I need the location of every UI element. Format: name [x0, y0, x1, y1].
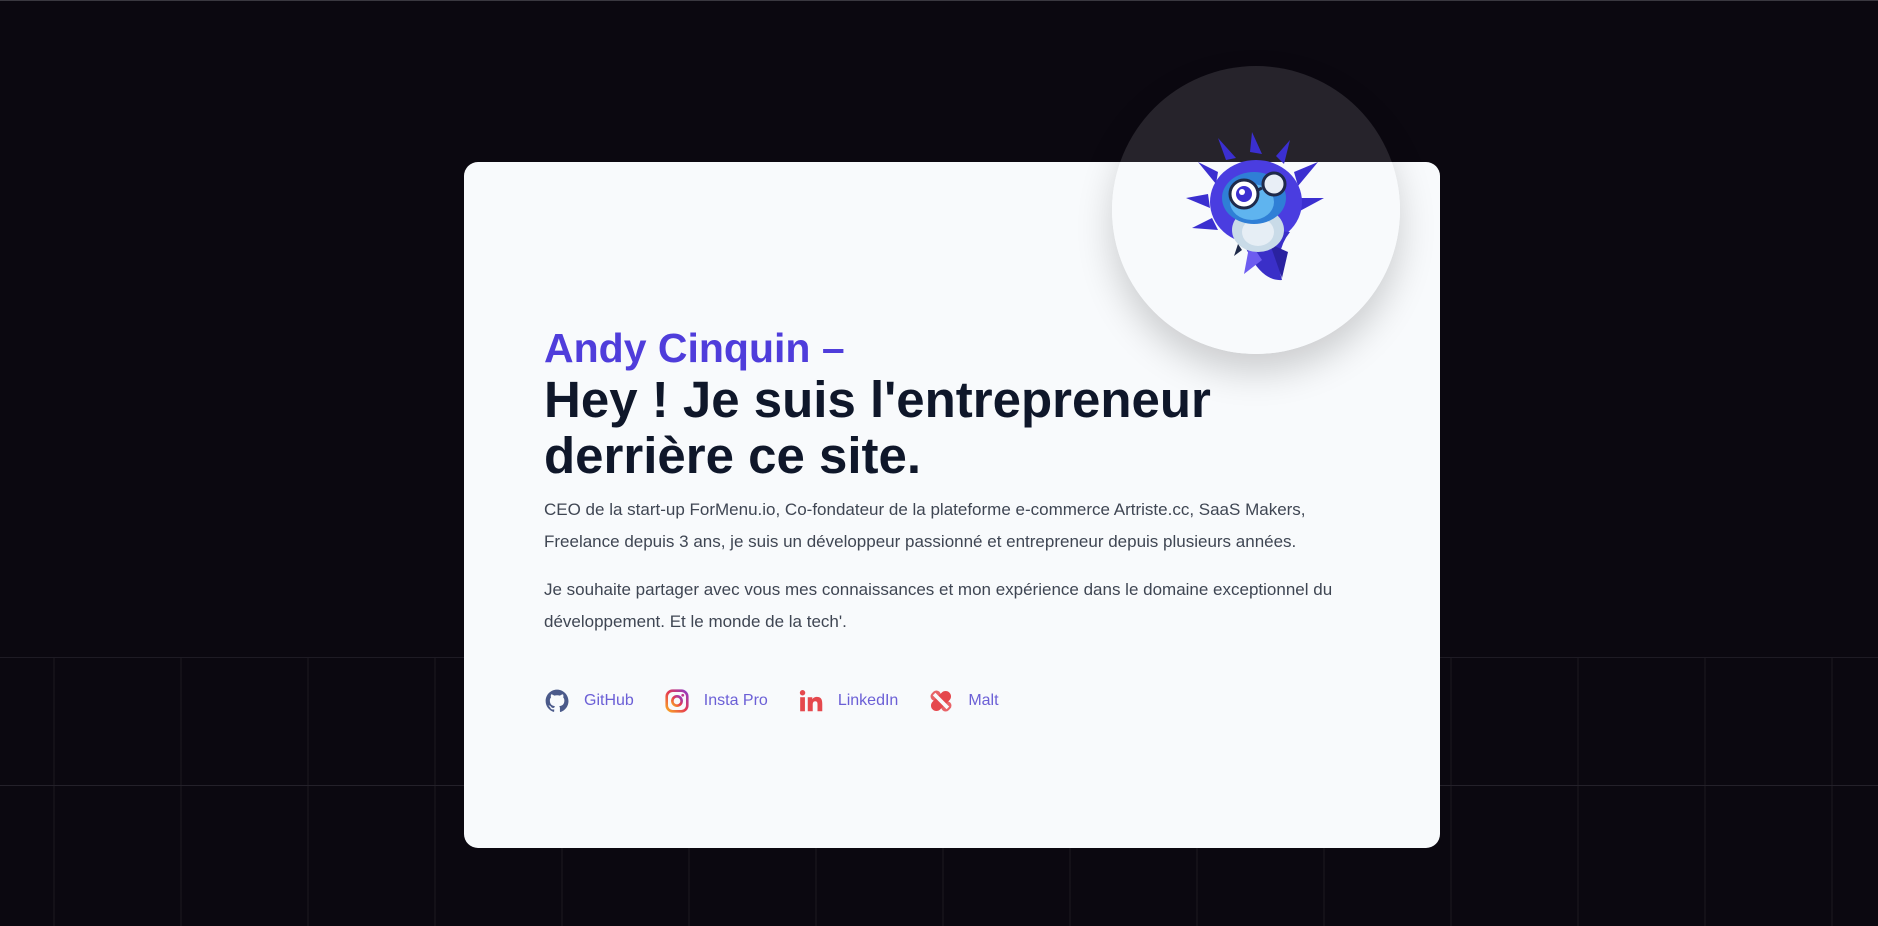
malt-label: Malt: [968, 692, 999, 709]
page-title: Hey ! Je suis l'entrepreneur derrière ce…: [544, 371, 1211, 484]
linkedin-link[interactable]: LinkedIn: [798, 688, 899, 714]
owl-mascot-icon: [1186, 132, 1324, 281]
linkedin-label: LinkedIn: [837, 692, 899, 709]
instagram-link[interactable]: Insta Pro: [664, 688, 768, 714]
linkedin-icon: [799, 690, 823, 712]
instagram-icon: [665, 689, 689, 713]
bio-paragraph: CEO de la start-up ForMenu.io, Co-fondat…: [544, 500, 1306, 551]
top-border: [0, 0, 1878, 1]
github-link[interactable]: GitHub: [544, 688, 634, 714]
avatar: [1112, 66, 1400, 354]
malt-link[interactable]: Malt: [928, 688, 999, 714]
instagram-label: Insta Pro: [703, 692, 768, 709]
malt-icon: [930, 690, 952, 712]
github-icon: [545, 689, 569, 712]
author-name: Andy Cinquin –: [544, 325, 845, 371]
bio-paragraph: Je souhaite partager avec vous mes conna…: [544, 580, 1333, 631]
social-links: GitHub Insta Pro LinkedIn Malt: [544, 688, 1029, 714]
intro-content: Andy Cinquin – Hey ! Je suis l'entrepren…: [544, 324, 1364, 638]
github-label: GitHub: [584, 692, 634, 709]
